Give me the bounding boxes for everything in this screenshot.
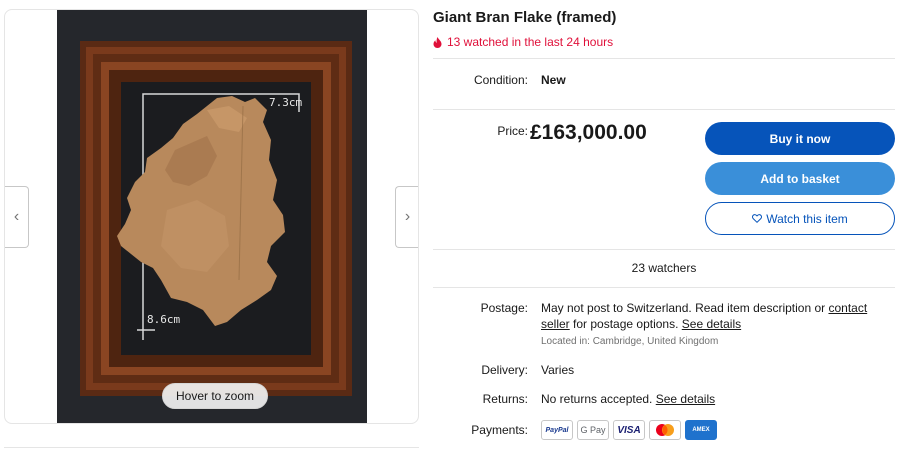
divider bbox=[433, 109, 895, 110]
google-pay-icon: G Pay bbox=[577, 420, 609, 440]
listing-details-panel: Giant Bran Flake (framed) 13 watched in … bbox=[433, 0, 895, 450]
chevron-left-icon: ‹ bbox=[13, 208, 20, 225]
postage-options-text: for postage options. bbox=[569, 317, 682, 331]
delivery-label: Delivery: bbox=[481, 363, 528, 377]
payment-methods: PayPal G Pay VISA AMEX bbox=[541, 420, 717, 440]
returns-value: No returns accepted. bbox=[541, 392, 656, 406]
heart-icon bbox=[752, 214, 763, 223]
returns-see-details-link[interactable]: See details bbox=[656, 392, 715, 406]
payments-label: Payments: bbox=[471, 423, 528, 437]
add-to-basket-button[interactable]: Add to basket bbox=[705, 162, 895, 195]
photo-height-annotation: 8.6cm bbox=[147, 313, 181, 326]
postage-info: May not post to Switzerland. Read item d… bbox=[541, 300, 895, 332]
visa-icon: VISA bbox=[613, 420, 645, 440]
postage-restriction-text: May not post to Switzerland. Read item d… bbox=[541, 301, 829, 315]
amex-icon: AMEX bbox=[685, 420, 717, 440]
buy-it-now-button[interactable]: Buy it now bbox=[705, 122, 895, 155]
divider bbox=[433, 249, 895, 250]
gallery-divider bbox=[4, 447, 419, 448]
watched-recently-text: 13 watched in the last 24 hours bbox=[447, 35, 614, 49]
divider bbox=[433, 58, 895, 59]
watch-item-label: Watch this item bbox=[766, 211, 848, 226]
price-value: £163,000.00 bbox=[530, 121, 647, 144]
watchers-count: 23 watchers bbox=[631, 261, 697, 275]
watch-item-button[interactable]: Watch this item bbox=[705, 202, 895, 235]
photo-width-annotation: 7.3cm bbox=[269, 96, 303, 109]
mastercard-icon bbox=[649, 420, 681, 440]
watched-recently-notice: 13 watched in the last 24 hours bbox=[433, 35, 613, 49]
paypal-icon: PayPal bbox=[541, 420, 573, 440]
chevron-right-icon: › bbox=[404, 208, 411, 225]
divider bbox=[433, 287, 895, 288]
postage-label: Postage: bbox=[480, 301, 528, 315]
hover-to-zoom-hint: Hover to zoom bbox=[162, 383, 269, 409]
add-to-basket-label: Add to basket bbox=[760, 171, 840, 186]
buy-it-now-label: Buy it now bbox=[769, 131, 831, 146]
framed-bran-flake-image bbox=[57, 10, 367, 423]
previous-image-button[interactable]: ‹ bbox=[5, 186, 29, 248]
delivery-value: Varies bbox=[541, 363, 575, 377]
condition-value: New bbox=[541, 73, 566, 87]
product-photo[interactable]: 7.3cm 8.6cm bbox=[57, 10, 367, 423]
next-image-button[interactable]: › bbox=[395, 186, 418, 248]
postage-see-details-link[interactable]: See details bbox=[682, 317, 741, 331]
image-gallery: 7.3cm 8.6cm ‹ › Hover to zoom bbox=[4, 9, 419, 424]
mastercard-circles bbox=[656, 424, 674, 436]
item-location: Located in: Cambridge, United Kingdom bbox=[541, 336, 719, 347]
listing-title: Giant Bran Flake (framed) bbox=[433, 9, 617, 26]
flame-icon bbox=[433, 36, 442, 48]
returns-label: Returns: bbox=[482, 392, 528, 406]
returns-info: No returns accepted. See details bbox=[541, 392, 715, 406]
condition-label: Condition: bbox=[473, 73, 528, 87]
price-label: Price: bbox=[497, 124, 528, 138]
